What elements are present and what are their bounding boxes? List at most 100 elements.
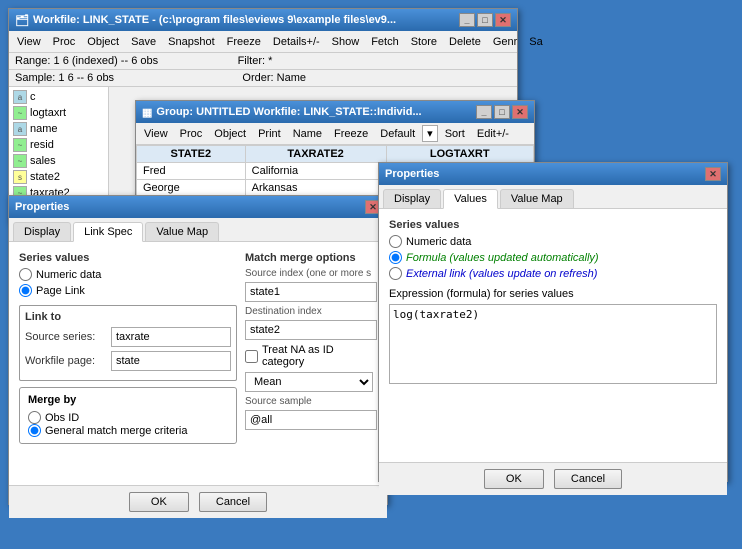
cell[interactable]: Arkansas (245, 180, 386, 197)
ok-button-right[interactable]: OK (484, 469, 544, 489)
menu-genr[interactable]: Genr (487, 34, 523, 50)
menu-freeze[interactable]: Freeze (221, 34, 267, 50)
props-left-tabs: Display Link Spec Value Map (9, 218, 387, 242)
mean-select[interactable]: Mean (245, 372, 373, 392)
list-item[interactable]: s state2 (11, 169, 106, 185)
source-sample-input[interactable] (245, 410, 377, 430)
col-header-logtaxrt[interactable]: LOGTAXRT (386, 146, 533, 163)
list-item[interactable]: ~ resid (11, 137, 106, 153)
menu-view[interactable]: View (11, 34, 47, 50)
group-menu-freeze[interactable]: Freeze (328, 126, 374, 142)
tab-display-right[interactable]: Display (383, 189, 441, 208)
source-sample-label: Source sample (245, 396, 377, 407)
group-menu-name[interactable]: Name (287, 126, 328, 142)
radio-formula-right[interactable]: Formula (values updated automatically) (389, 251, 717, 264)
cell[interactable]: Fred (137, 163, 246, 180)
filter-label: Filter: * (238, 55, 273, 67)
numeric-label-right: Numeric data (406, 236, 471, 248)
list-item[interactable]: ~ logtaxrt (11, 105, 106, 121)
merge-general-radio-item[interactable]: General match merge criteria (28, 424, 228, 437)
menu-snapshot[interactable]: Snapshot (162, 34, 220, 50)
menu-delete[interactable]: Delete (443, 34, 487, 50)
radio-page-link[interactable]: Page Link (19, 284, 237, 297)
list-item[interactable]: a name (11, 121, 106, 137)
match-merge-title: Match merge options (245, 252, 377, 264)
maximize-button[interactable]: □ (477, 13, 493, 27)
series-values-title: Series values (19, 252, 237, 264)
obs-id-radio[interactable] (28, 411, 41, 424)
source-series-input[interactable] (111, 327, 231, 347)
workfile-page-input[interactable] (111, 351, 231, 371)
radio-numeric-right[interactable]: Numeric data (389, 235, 717, 248)
dest-index-label: Destination index (245, 306, 377, 317)
tab-value-map[interactable]: Value Map (145, 222, 219, 241)
treat-na-item[interactable]: Treat NA as ID category (245, 344, 377, 368)
group-maximize[interactable]: □ (494, 105, 510, 119)
ok-button[interactable]: OK (129, 492, 189, 512)
tab-display[interactable]: Display (13, 222, 71, 241)
menu-details[interactable]: Details+/- (267, 34, 326, 50)
group-menu-print[interactable]: Print (252, 126, 287, 142)
group-menu-default[interactable]: Default (374, 126, 421, 142)
cell[interactable]: George (137, 180, 246, 197)
source-index-input[interactable] (245, 282, 377, 302)
workfile-icon: 🗂 (15, 14, 29, 27)
menu-fetch[interactable]: Fetch (365, 34, 405, 50)
list-item[interactable]: a c (11, 89, 106, 105)
merge-obs-id-radio-item[interactable]: Obs ID (28, 411, 228, 424)
group-menu-edit[interactable]: Edit+/- (471, 126, 515, 142)
series-type-icon: a (13, 122, 27, 136)
match-merge-col: Match merge options Source index (one or… (245, 252, 377, 452)
cancel-button[interactable]: Cancel (199, 492, 267, 512)
menu-save[interactable]: Save (125, 34, 162, 50)
series-name: sales (30, 155, 56, 167)
tab-values-right[interactable]: Values (443, 189, 498, 209)
general-match-label: General match merge criteria (45, 425, 187, 437)
list-item[interactable]: ~ sales (11, 153, 106, 169)
group-minimize[interactable]: _ (476, 105, 492, 119)
workfile-title: Workfile: LINK_STATE - (c:\program files… (33, 14, 396, 26)
default-select[interactable]: ▾ (422, 125, 438, 142)
tab-valuemap-right[interactable]: Value Map (500, 189, 574, 208)
link-to-title: Link to (25, 311, 231, 323)
group-close[interactable]: ✕ (512, 105, 528, 119)
external-radio-right[interactable] (389, 267, 402, 280)
page-link-radio[interactable] (19, 284, 32, 297)
minimize-button[interactable]: _ (459, 13, 475, 27)
radio-numeric-data[interactable]: Numeric data (19, 268, 237, 281)
workfile-title-bar: 🗂 Workfile: LINK_STATE - (c:\program fil… (9, 9, 517, 31)
workfile-range-info: Range: 1 6 (indexed) -- 6 obs Filter: * (9, 53, 517, 70)
general-match-radio[interactable] (28, 424, 41, 437)
group-icon: ▦ (142, 106, 152, 119)
col-header-state2[interactable]: STATE2 (137, 146, 246, 163)
treat-na-label: Treat NA as ID category (262, 344, 377, 368)
series-name: state2 (30, 171, 60, 183)
group-menu-view[interactable]: View (138, 126, 174, 142)
col-header-taxrate2[interactable]: TAXRATE2 (245, 146, 386, 163)
group-menu-object[interactable]: Object (208, 126, 252, 142)
group-menu-sort[interactable]: Sort (439, 126, 471, 142)
props-right-close[interactable]: ✕ (705, 167, 721, 181)
menu-store[interactable]: Store (405, 34, 443, 50)
props-right-tabs: Display Values Value Map (379, 185, 727, 209)
radio-external-right[interactable]: External link (values update on refresh) (389, 267, 717, 280)
dest-index-input[interactable] (245, 320, 377, 340)
cancel-button-right[interactable]: Cancel (554, 469, 622, 489)
props-right-buttons: OK Cancel (379, 462, 727, 495)
expression-value[interactable]: log(taxrate2) (389, 304, 717, 384)
group-menu-proc[interactable]: Proc (174, 126, 209, 142)
tab-link-spec[interactable]: Link Spec (73, 222, 143, 242)
workfile-page-label: Workfile page: (25, 355, 105, 367)
close-button[interactable]: ✕ (495, 13, 511, 27)
numeric-radio-right[interactable] (389, 235, 402, 248)
menu-proc[interactable]: Proc (47, 34, 82, 50)
props-right-title-bar: Properties ✕ (379, 163, 727, 185)
numeric-data-radio[interactable] (19, 268, 32, 281)
menu-sa[interactable]: Sa (523, 34, 548, 50)
cell[interactable]: California (245, 163, 386, 180)
treat-na-checkbox[interactable] (245, 350, 258, 363)
props-left-two-col: Series values Numeric data Page Link Lin… (19, 252, 377, 452)
formula-radio-right[interactable] (389, 251, 402, 264)
menu-object[interactable]: Object (81, 34, 125, 50)
menu-show[interactable]: Show (326, 34, 366, 50)
